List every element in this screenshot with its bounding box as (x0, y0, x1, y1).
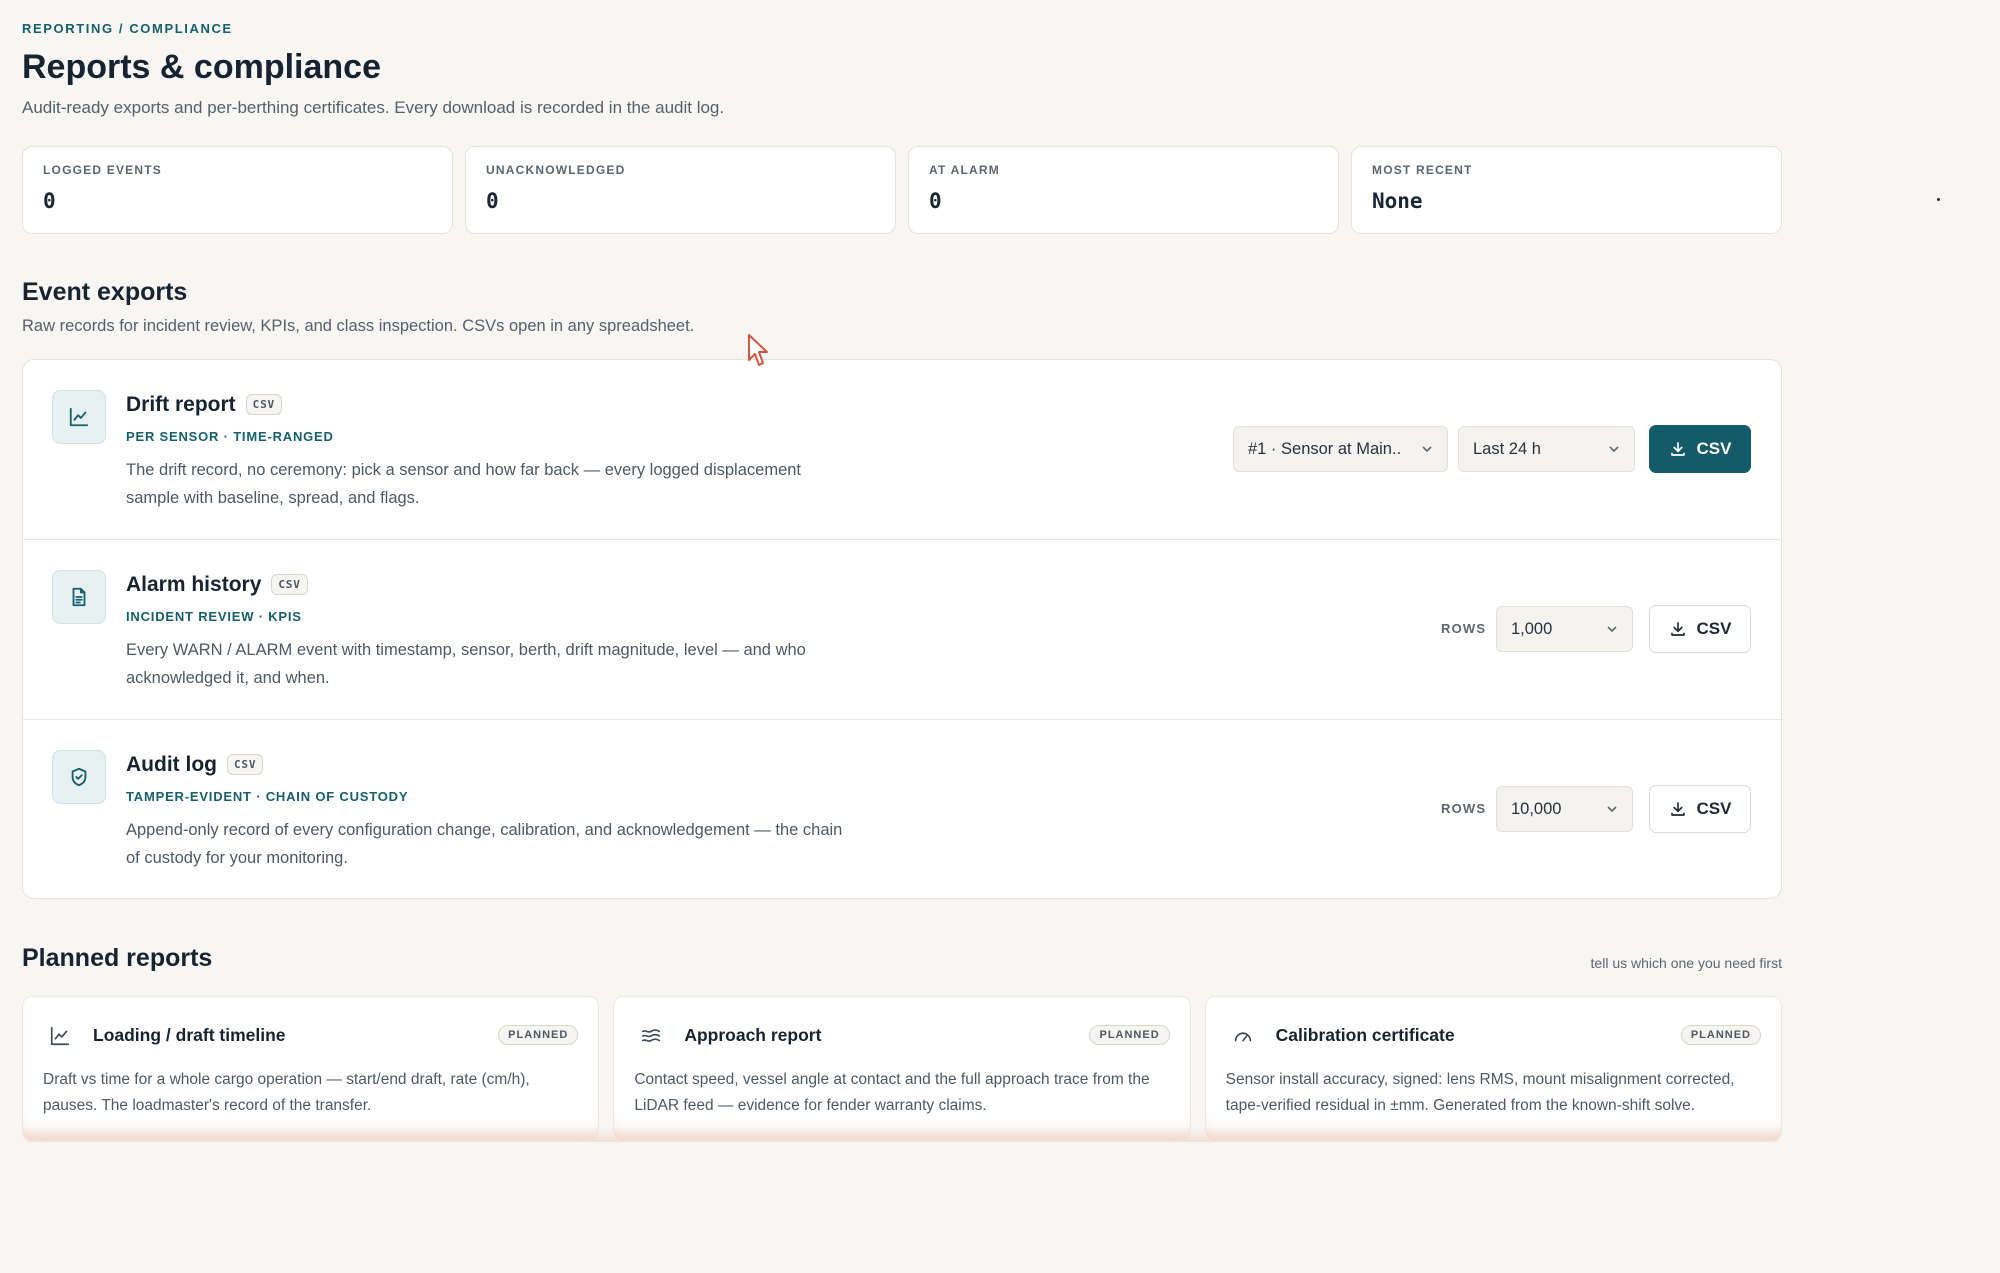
download-icon (1670, 802, 1685, 816)
chevron-down-icon (1607, 626, 1617, 633)
export-title-text: Drift report (126, 393, 236, 416)
export-description: The drift record, no ceremony: pick a se… (126, 461, 802, 507)
csv-tag: CSV (271, 574, 308, 595)
export-title-text: Alarm history (126, 573, 262, 596)
planned-card-draft-timeline: Loading / draft timeline PLANNED Draft v… (22, 996, 600, 1140)
planned-title: Loading / draft timeline (93, 1025, 286, 1045)
stray-dot (1937, 198, 1940, 201)
rows-label: ROWS (1441, 621, 1487, 636)
stat-value: 0 (929, 189, 942, 213)
chevron-down-icon (1609, 446, 1619, 453)
download-label: CSV (1696, 619, 1732, 638)
sensor-select[interactable]: #1 · Sensor at Main.. (1233, 426, 1448, 472)
export-description: Every WARN / ALARM event with timestamp,… (126, 641, 806, 687)
shield-check-icon (52, 750, 106, 804)
export-meta: PER SENSOR · TIME-RANGED (126, 429, 334, 444)
planned-reports-grid: Loading / draft timeline PLANNED Draft v… (22, 996, 1782, 1140)
export-title: Drift report CSV (126, 393, 282, 417)
export-meta: INCIDENT REVIEW · KPIS (126, 609, 302, 624)
stat-label: LOGGED EVENTS (43, 163, 162, 177)
waves-icon (642, 1029, 661, 1042)
rows-select-value: 1,000 (1511, 619, 1553, 638)
stat-card-at-alarm: AT ALARM 0 (908, 146, 1339, 234)
stat-label: AT ALARM (929, 163, 1000, 177)
mouse-cursor-icon (748, 334, 768, 366)
stat-label: MOST RECENT (1372, 163, 1473, 177)
planned-badge: PLANNED (1089, 1025, 1170, 1045)
rows-select[interactable]: 1,000 (1496, 606, 1633, 652)
export-row-alarm-history: Alarm history CSV INCIDENT REVIEW · KPIS … (23, 540, 1781, 720)
planned-description: Contact speed, vessel angle at contact a… (634, 1071, 1150, 1114)
export-title-text: Audit log (126, 753, 217, 776)
export-title: Alarm history CSV (126, 573, 308, 597)
export-row-audit-log: Audit log CSV TAMPER-EVIDENT · CHAIN OF C… (23, 720, 1781, 898)
planned-description: Draft vs time for a whole cargo operatio… (43, 1071, 530, 1114)
download-label: CSV (1696, 799, 1732, 818)
event-exports-card: Drift report CSV PER SENSOR · TIME-RANGED… (22, 359, 1782, 899)
download-icon (1670, 442, 1685, 456)
download-alarm-csv-button[interactable]: CSV (1649, 605, 1751, 653)
breadcrumb[interactable]: REPORTING / COMPLIANCE (22, 21, 233, 36)
planned-title: Calibration certificate (1275, 1025, 1455, 1045)
gauge-icon (1234, 1032, 1251, 1042)
csv-tag: CSV (226, 754, 264, 775)
csv-tag: CSV (245, 394, 282, 415)
chart-line-icon (50, 1026, 70, 1046)
event-exports-subtitle: Raw records for incident review, KPIs, a… (22, 317, 695, 335)
sensor-select-value: #1 · Sensor at Main.. (1248, 439, 1402, 458)
stat-card-logged-events: LOGGED EVENTS 0 (22, 146, 453, 234)
stat-card-unacknowledged: UNACKNOWLEDGED 0 (465, 146, 896, 234)
download-label: CSV (1696, 439, 1732, 458)
export-row-drift-report: Drift report CSV PER SENSOR · TIME-RANGED… (23, 360, 1781, 540)
export-description: Append-only record of every configuratio… (126, 821, 843, 867)
planned-description: Sensor install accuracy, signed: lens RM… (1225, 1071, 1735, 1114)
stats-row: LOGGED EVENTS 0 UNACKNOWLEDGED 0 AT ALAR… (22, 146, 1782, 234)
export-title: Audit log CSV (126, 753, 264, 777)
stat-label: UNACKNOWLEDGED (486, 163, 626, 177)
document-icon (52, 570, 106, 624)
range-select[interactable]: Last 24 h (1458, 426, 1635, 472)
stat-value: 0 (486, 189, 499, 213)
page-subtitle: Audit-ready exports and per-berthing cer… (22, 98, 725, 117)
stat-card-most-recent: MOST RECENT None (1351, 146, 1782, 234)
planned-fade (22, 1128, 1782, 1142)
stat-value: None (1372, 189, 1423, 213)
download-audit-csv-button[interactable]: CSV (1649, 785, 1751, 833)
range-select-value: Last 24 h (1473, 439, 1541, 458)
page-title: Reports & compliance (22, 48, 381, 86)
download-icon (1670, 622, 1685, 636)
stat-value: 0 (43, 189, 56, 213)
planned-card-calibration-certificate: Calibration certificate PLANNED Sensor i… (1204, 996, 1782, 1140)
chart-line-icon (52, 390, 106, 444)
planned-reports-title: Planned reports (22, 944, 213, 972)
download-drift-csv-button[interactable]: CSV (1649, 425, 1751, 473)
planned-title: Approach report (684, 1025, 822, 1045)
chevron-down-icon (1422, 446, 1432, 453)
chevron-down-icon (1607, 806, 1617, 813)
event-exports-title: Event exports (22, 278, 188, 306)
rows-select-value: 10,000 (1511, 799, 1562, 818)
rows-label: ROWS (1441, 801, 1487, 816)
planned-badge: PLANNED (498, 1025, 579, 1045)
planned-hint[interactable]: tell us which one you need first (1591, 955, 1782, 971)
export-meta: TAMPER-EVIDENT · CHAIN OF CUSTODY (126, 789, 409, 804)
rows-select[interactable]: 10,000 (1496, 786, 1633, 832)
planned-card-approach-report: Approach report PLANNED Contact speed, v… (613, 996, 1191, 1140)
planned-badge: PLANNED (1680, 1025, 1761, 1045)
